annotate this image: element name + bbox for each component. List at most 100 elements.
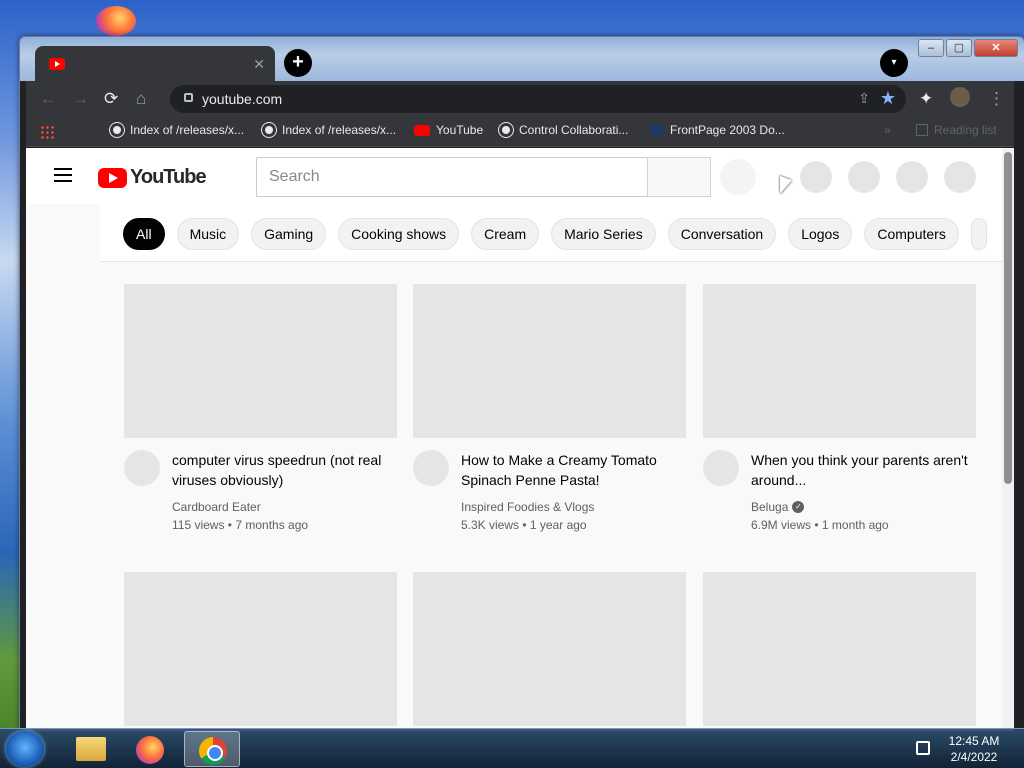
video-thumbnail[interactable] [124, 572, 397, 726]
chip-mario-series[interactable]: Mario Series [551, 218, 656, 250]
channel-name-text[interactable]: Beluga [751, 498, 788, 516]
video-thumbnail[interactable] [124, 284, 397, 438]
bookmarks-bar: Index of /releases/x... Index of /releas… [26, 117, 1014, 147]
hamburger-menu-icon[interactable] [54, 168, 72, 182]
search-box[interactable] [256, 157, 648, 197]
chip-music[interactable]: Music [176, 218, 240, 250]
video-card-placeholder[interactable] [703, 572, 976, 726]
firefox-icon [136, 736, 164, 764]
youtube-masthead: YouTube [26, 148, 1014, 204]
chip-cooking-shows[interactable]: Cooking shows [338, 218, 460, 250]
bookmark-label: Index of /releases/x... [282, 123, 397, 137]
apps-button[interactable] [848, 161, 880, 193]
clock-date: 2/4/2022 [950, 750, 998, 764]
clock-time: 12:45 AM [948, 734, 1000, 748]
chip-all[interactable]: All [123, 218, 165, 250]
taskbar-explorer[interactable] [62, 731, 118, 767]
taskbar-chrome[interactable] [184, 731, 240, 767]
tab-close-icon[interactable]: ✕ [253, 56, 265, 73]
reading-list-label: Reading list [934, 123, 997, 137]
video-thumbnail[interactable] [703, 572, 976, 726]
video-title[interactable]: When you think your parents aren't aroun… [751, 450, 971, 490]
bookmark-label: YouTube [436, 123, 484, 137]
channel-avatar[interactable] [703, 450, 739, 486]
video-card-placeholder[interactable] [413, 572, 686, 726]
search-button[interactable] [647, 157, 711, 197]
youtube-logo-text: YouTube [130, 166, 207, 188]
chip-next[interactable] [970, 218, 987, 250]
account-avatar[interactable] [944, 161, 976, 193]
bookmark-item[interactable]: YouTube [414, 123, 483, 137]
channel-name[interactable]: Cardboard Eater [172, 498, 392, 516]
video-card[interactable]: computer virus speedrun (not real viruse… [124, 284, 397, 532]
chrome-window: ✕ + ▾ – ▢ ✕ ← → ⟳ ⌂ youtube.com ⇪ ★ ✦ ⋮ … [19, 36, 1024, 732]
bookmark-item[interactable]: FrontPage 2003 Do... [650, 123, 785, 137]
chip-cream[interactable]: Cream [471, 218, 540, 250]
lock-icon[interactable] [184, 93, 193, 102]
reading-list-icon [916, 124, 928, 136]
url-text[interactable]: youtube.com [202, 91, 282, 107]
bookmark-item[interactable]: Control Collaborati... [499, 123, 628, 137]
home-button[interactable]: ⌂ [136, 89, 146, 109]
video-title[interactable]: How to Make a Creamy Tomato Spinach Penn… [461, 450, 681, 490]
reload-button[interactable]: ⟳ [104, 89, 118, 109]
network-icon[interactable] [916, 741, 930, 755]
tab-youtube[interactable]: ✕ [35, 46, 275, 82]
address-bar[interactable]: youtube.com ⇪ ★ [170, 85, 906, 113]
create-button[interactable] [800, 161, 832, 193]
taskbar-firefox[interactable] [122, 731, 178, 767]
video-title[interactable]: computer virus speedrun (not real viruse… [172, 450, 392, 490]
menu-kebab-icon[interactable]: ⋮ [988, 89, 1005, 109]
chip-computers[interactable]: Computers [864, 218, 959, 250]
folder-icon [76, 737, 106, 761]
channel-name-text[interactable]: Inspired Foodies & Vlogs [461, 498, 594, 516]
extensions-icon[interactable]: ✦ [919, 89, 933, 109]
forward-button[interactable]: → [72, 89, 89, 109]
maximize-button[interactable]: ▢ [946, 39, 972, 57]
search-input[interactable] [257, 158, 647, 196]
bookmark-star-icon[interactable]: ★ [880, 88, 896, 109]
chip-gaming[interactable]: Gaming [251, 218, 327, 250]
video-thumbnail[interactable] [703, 284, 976, 438]
video-stats: 115 views • 7 months ago [172, 518, 309, 532]
video-thumbnail[interactable] [413, 572, 686, 726]
video-meta: When you think your parents aren't aroun… [751, 450, 971, 534]
channel-name[interactable]: Inspired Foodies & Vlogs [461, 498, 681, 516]
profile-avatar[interactable] [950, 87, 970, 107]
youtube-logo[interactable]: YouTube [98, 166, 207, 189]
video-meta: computer virus speedrun (not real viruse… [172, 450, 392, 534]
page-icon [650, 123, 664, 137]
new-tab-button[interactable]: + [284, 49, 312, 77]
youtube-icon [414, 124, 430, 136]
youtube-favicon-icon [49, 58, 65, 70]
channel-avatar[interactable] [413, 450, 449, 486]
start-button[interactable] [6, 731, 44, 767]
channel-name-text[interactable]: Cardboard Eater [172, 498, 261, 516]
video-card[interactable]: How to Make a Creamy Tomato Spinach Penn… [413, 284, 686, 532]
apps-grid-icon[interactable] [40, 125, 54, 139]
back-button[interactable]: ← [40, 89, 57, 109]
chip-logos[interactable]: Logos [788, 218, 853, 250]
channel-avatar[interactable] [124, 450, 160, 486]
share-icon[interactable]: ⇪ [858, 90, 870, 107]
notifications-button[interactable] [896, 161, 928, 193]
video-card-placeholder[interactable] [124, 572, 397, 726]
scrollbar-thumb[interactable] [1004, 152, 1012, 484]
desktop-firefox-icon[interactable] [96, 6, 136, 36]
tab-search-button[interactable]: ▾ [880, 49, 908, 77]
bookmark-item[interactable]: Index of /releases/x... [262, 123, 396, 137]
reading-list-button[interactable]: Reading list [916, 123, 997, 137]
system-clock[interactable]: 12:45 AM 2/4/2022 [944, 733, 1004, 765]
video-thumbnail[interactable] [413, 284, 686, 438]
voice-search-button[interactable] [720, 159, 756, 195]
bookmark-item[interactable]: Index of /releases/x... [110, 123, 244, 137]
minimize-button[interactable]: – [918, 39, 944, 57]
close-button[interactable]: ✕ [974, 39, 1018, 57]
globe-icon [110, 123, 124, 137]
bookmarks-overflow-button[interactable]: » [884, 123, 891, 137]
video-card[interactable]: When you think your parents aren't aroun… [703, 284, 976, 532]
chip-conversation[interactable]: Conversation [667, 218, 777, 250]
channel-name[interactable]: Beluga ✓ [751, 498, 971, 516]
page-scrollbar[interactable] [1002, 148, 1014, 731]
bookmark-label: Index of /releases/x... [130, 123, 245, 137]
